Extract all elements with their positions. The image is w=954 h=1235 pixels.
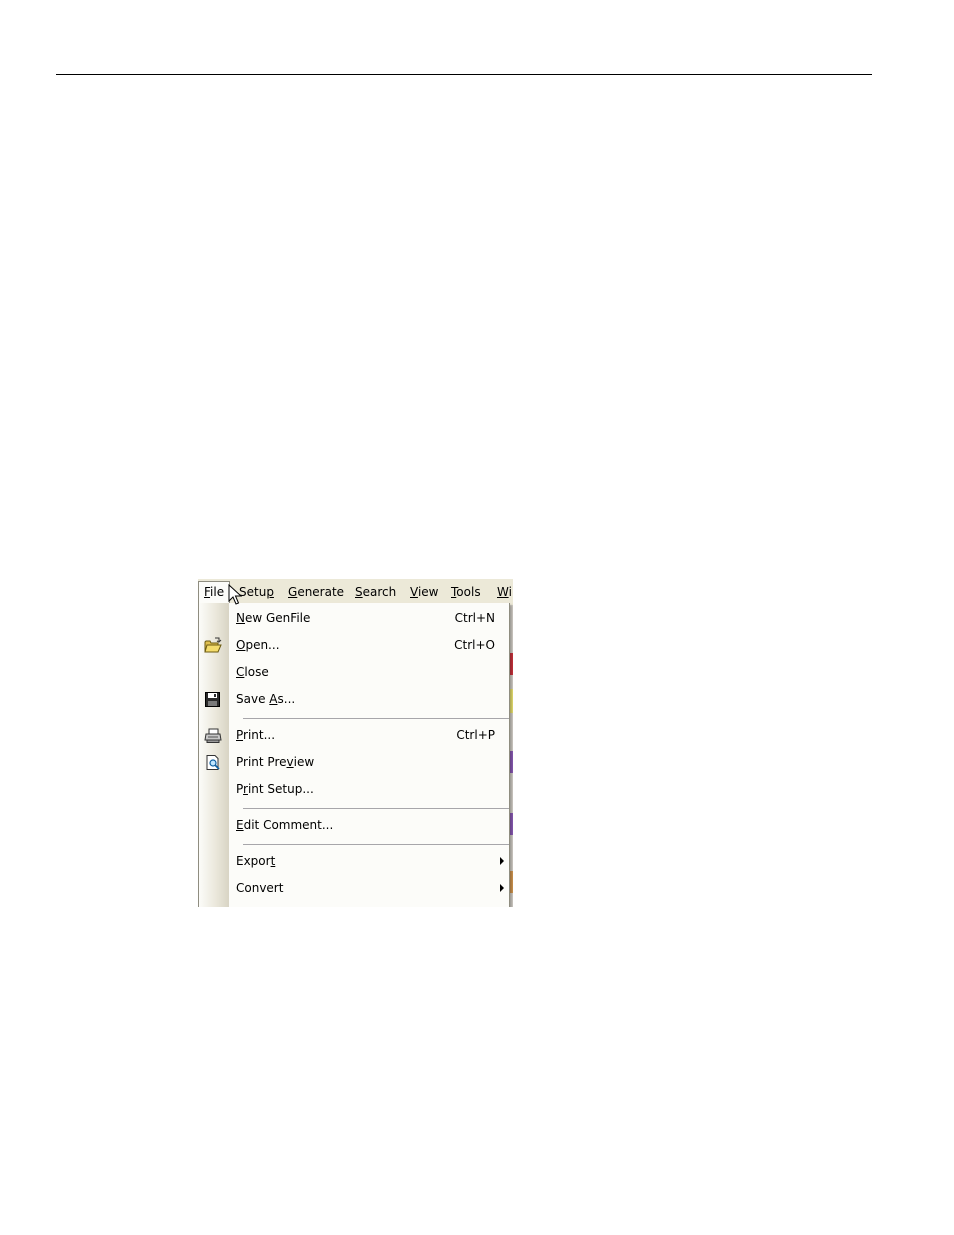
menu-item-save-as[interactable]: Save As...: [199, 686, 509, 713]
app-screenshot: File Setup Generate Search View Tools Wi…: [198, 579, 513, 907]
menu-separator: [243, 808, 509, 809]
page-header-rule: [56, 74, 872, 75]
menu-search[interactable]: Search: [350, 583, 401, 603]
menu-item-edit-comment[interactable]: Edit Comment...: [199, 812, 509, 839]
menu-item-convert[interactable]: Convert: [199, 875, 509, 902]
shortcut-label: Ctrl+P: [456, 728, 495, 742]
menu-item-print[interactable]: Print... Ctrl+P: [199, 722, 509, 749]
menu-separator: [243, 718, 509, 719]
shortcut-label: Ctrl+O: [454, 638, 495, 652]
mouse-pointer-icon: [228, 583, 243, 606]
menu-view[interactable]: View: [405, 583, 443, 603]
menu-tools[interactable]: Tools: [446, 583, 486, 603]
printer-icon: [204, 727, 222, 744]
menu-separator: [243, 844, 509, 845]
file-menu-dropdown: New GenFile Ctrl+N Open... Ctrl+O Close: [198, 603, 510, 907]
floppy-disk-icon: [204, 691, 222, 708]
shortcut-label: Ctrl+N: [454, 611, 495, 625]
menu-generate[interactable]: Generate: [283, 583, 349, 603]
menu-bar: File Setup Generate Search View Tools Wi: [198, 579, 513, 605]
menu-item-print-preview[interactable]: Print Preview: [199, 749, 509, 776]
menu-file[interactable]: File: [198, 581, 231, 604]
print-preview-icon: [204, 754, 222, 771]
menu-item-open[interactable]: Open... Ctrl+O: [199, 632, 509, 659]
menu-window[interactable]: Wi: [492, 583, 513, 603]
menu-item-export[interactable]: Export: [199, 848, 509, 875]
menu-item-close[interactable]: Close: [199, 659, 509, 686]
menu-item-print-setup[interactable]: Print Setup...: [199, 776, 509, 803]
open-folder-icon: [204, 637, 222, 654]
submenu-arrow-icon: [500, 884, 504, 892]
menu-item-new-genfile[interactable]: New GenFile Ctrl+N: [199, 605, 509, 632]
submenu-arrow-icon: [500, 857, 504, 865]
